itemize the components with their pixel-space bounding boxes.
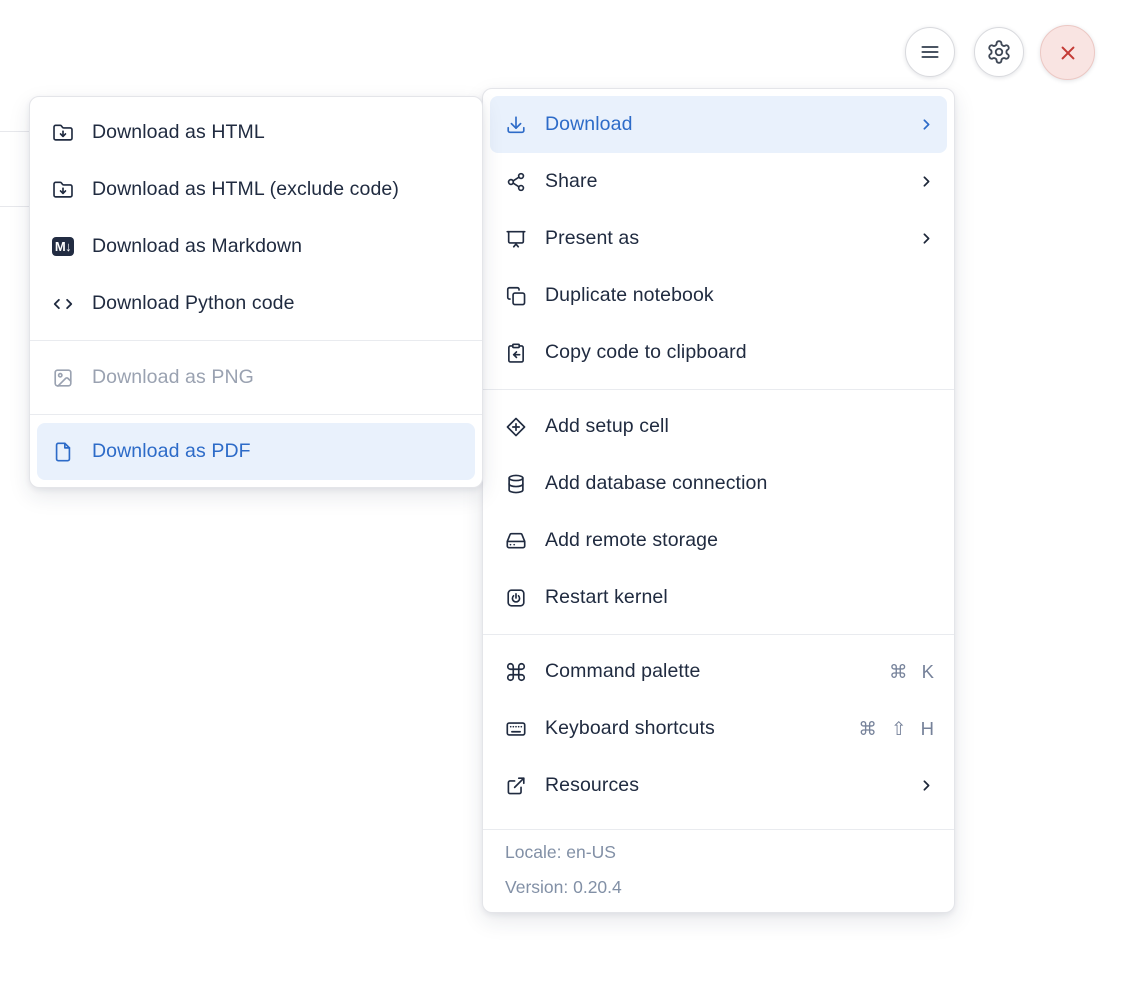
power-icon [505, 587, 527, 609]
folder-down-icon [52, 122, 74, 144]
chevron-right-icon [918, 230, 935, 247]
menu-item-download-as-png: Download as PNG [37, 349, 475, 406]
chevron-right-icon [918, 777, 935, 794]
menu-item-label: Keyboard shortcuts [545, 717, 715, 739]
chevron-right-icon [918, 173, 935, 190]
download-icon [505, 114, 527, 136]
menu-item-label: Duplicate notebook [545, 284, 714, 306]
menu-item-label: Share [545, 170, 598, 192]
menu-item-label: Download as PNG [92, 366, 254, 388]
download-submenu: Download as HTML Download as HTML (exclu… [29, 96, 483, 488]
presentation-icon [505, 228, 527, 250]
shortcut-command-shift-h: ⌘ ⇧ H [858, 717, 935, 739]
share-icon [505, 171, 527, 193]
menu-item-label: Download as PDF [92, 440, 251, 462]
menu-item-download-as-markdown[interactable]: M↓ Download as Markdown [37, 218, 475, 275]
background-cell-border [0, 206, 30, 207]
hard-drive-icon [505, 530, 527, 552]
menu-item-copy-code[interactable]: Copy code to clipboard [490, 324, 947, 381]
menu-item-label: Download as HTML (exclude code) [92, 178, 399, 200]
menu-item-label: Command palette [545, 660, 701, 682]
menu-item-label: Present as [545, 227, 640, 249]
menu-divider [30, 414, 482, 415]
notebook-actions-menu: Download Share Present as Duplicate note… [482, 88, 955, 913]
code-icon [52, 293, 74, 315]
menu-item-label: Copy code to clipboard [545, 341, 747, 363]
command-icon [505, 661, 527, 683]
menu-item-label: Add setup cell [545, 415, 669, 437]
shortcut-command-k: ⌘ K [889, 660, 935, 682]
menu-item-label: Resources [545, 774, 640, 796]
menu-item-label: Add remote storage [545, 529, 719, 551]
locale-text: Locale: en-US [505, 842, 616, 862]
menu-item-share[interactable]: Share [490, 153, 947, 210]
menu-item-duplicate-notebook[interactable]: Duplicate notebook [490, 267, 947, 324]
menu-item-resources[interactable]: Resources [490, 757, 947, 814]
version-text: Version: 0.20.4 [505, 876, 622, 897]
menu-item-restart-kernel[interactable]: Restart kernel [490, 569, 947, 626]
menu-divider [483, 634, 954, 635]
menu-item-label: Download as HTML [92, 121, 265, 143]
menu-item-add-remote-storage[interactable]: Add remote storage [490, 512, 947, 569]
background-cell-border [0, 131, 30, 132]
gear-icon [986, 39, 1012, 65]
hamburger-icon [918, 40, 942, 64]
menu-footer: Locale: en-US Version: 0.20.4 [483, 829, 954, 912]
menu-item-label: Add database connection [545, 472, 768, 494]
markdown-icon: M↓ [52, 236, 74, 258]
x-icon [1055, 40, 1081, 66]
menu-item-label: Restart kernel [545, 586, 668, 608]
menu-item-label: Download Python code [92, 292, 295, 314]
settings-button[interactable] [974, 27, 1024, 77]
menu-item-keyboard-shortcuts[interactable]: Keyboard shortcuts ⌘ ⇧ H [490, 700, 947, 757]
menu-item-download-as-html-exclude-code[interactable]: Download as HTML (exclude code) [37, 161, 475, 218]
external-link-icon [505, 775, 527, 797]
menu-item-label: Download as Markdown [92, 235, 303, 257]
menu-divider [483, 389, 954, 390]
diamond-plus-icon [505, 416, 527, 438]
keyboard-icon [505, 718, 527, 740]
folder-down-icon [52, 179, 74, 201]
clipboard-copy-icon [505, 342, 527, 364]
menu-divider [30, 340, 482, 341]
menu-item-download-as-html[interactable]: Download as HTML [37, 104, 475, 161]
database-icon [505, 473, 527, 495]
file-icon [52, 441, 74, 463]
menu-item-present-as[interactable]: Present as [490, 210, 947, 267]
menu-item-download-as-pdf[interactable]: Download as PDF [37, 423, 475, 480]
menu-item-download[interactable]: Download [490, 96, 947, 153]
menu-item-label: Download [545, 113, 633, 135]
image-icon [52, 367, 74, 389]
menu-item-add-database-connection[interactable]: Add database connection [490, 455, 947, 512]
menu-button[interactable] [905, 27, 955, 77]
menu-item-add-setup-cell[interactable]: Add setup cell [490, 398, 947, 455]
menu-item-command-palette[interactable]: Command palette ⌘ K [490, 643, 947, 700]
duplicate-icon [505, 285, 527, 307]
menu-item-download-python-code[interactable]: Download Python code [37, 275, 475, 332]
close-button[interactable] [1040, 25, 1095, 80]
chevron-right-icon [918, 116, 935, 133]
